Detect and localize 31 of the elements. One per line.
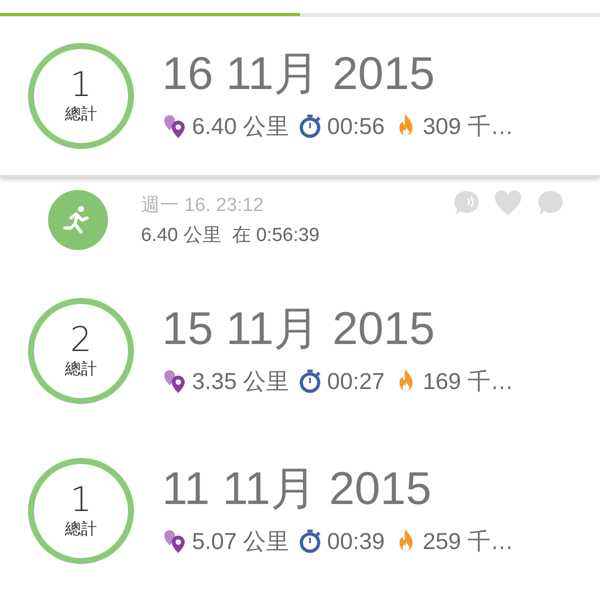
distance-value: 6.40 公里	[192, 112, 290, 140]
activity-summary: 6.40 公里 在 0:56:39	[141, 224, 320, 248]
running-icon	[48, 190, 108, 250]
day-date: 16 11月 2015	[162, 46, 436, 100]
distance-value: 3.35 公里	[192, 366, 290, 396]
comment-icon[interactable]	[536, 189, 564, 217]
activity-row[interactable]: 週一 16. 23:12 6.40 公里 在 0:56:39	[0, 177, 600, 272]
stopwatch-icon	[297, 368, 324, 394]
heart-icon[interactable]	[494, 189, 522, 217]
count-number: 2	[70, 322, 92, 360]
count-label: 總計	[65, 104, 97, 126]
day-date: 15 11月 2015	[162, 300, 436, 356]
count-number: 1	[70, 482, 92, 520]
speech-bubble-icon[interactable]	[452, 189, 480, 217]
stopwatch-icon	[297, 528, 324, 554]
duration-value: 00:27	[327, 368, 385, 394]
activity-time: 週一 16. 23:12	[141, 194, 265, 218]
calories-value: 169 千…	[422, 366, 514, 396]
day-row[interactable]: 1 總計 11 11月 2015 5.07 公里 00:39 259 千…	[0, 432, 600, 592]
stopwatch-icon	[297, 113, 324, 139]
day-date: 11 11月 2015	[162, 460, 432, 516]
calories-value: 309 千…	[422, 112, 514, 140]
duration-value: 00:56	[327, 112, 385, 140]
calories-value: 259 千…	[422, 526, 514, 556]
day-card[interactable]: 1 總計 16 11月 2015 6.40 公里 00:56 309 千…	[0, 17, 600, 177]
count-label: 總計	[65, 519, 97, 540]
count-number: 1	[70, 66, 92, 104]
duration-value: 00:39	[327, 528, 385, 554]
distance-value: 5.07 公里	[192, 526, 290, 556]
count-label: 總計	[65, 359, 97, 380]
day-row[interactable]: 2 總計 15 11月 2015 3.35 公里 00:27 169 千…	[0, 272, 600, 432]
